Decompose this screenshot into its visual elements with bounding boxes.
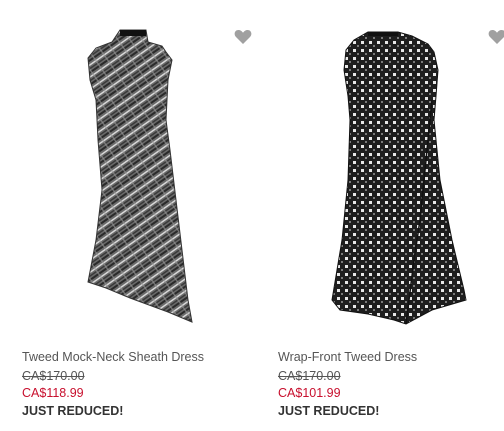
product-card[interactable]: Tweed Mock-Neck Sheath Dress CA$170.00 C… <box>0 0 252 431</box>
original-price: CA$170.00 <box>278 369 341 383</box>
sale-price: CA$118.99 <box>22 386 84 400</box>
original-price: CA$170.00 <box>22 369 85 383</box>
sale-price: CA$101.99 <box>278 386 341 400</box>
heart-icon[interactable] <box>488 29 504 45</box>
product-name[interactable]: Wrap-Front Tweed Dress <box>278 350 417 364</box>
heart-icon[interactable] <box>234 29 252 45</box>
product-card[interactable]: Wrap-Front Tweed Dress CA$170.00 CA$101.… <box>256 0 504 431</box>
sale-badge: JUST REDUCED! <box>278 404 380 418</box>
product-image-wrap-front-dress[interactable] <box>256 0 504 340</box>
product-name[interactable]: Tweed Mock-Neck Sheath Dress <box>22 350 204 364</box>
product-image-sheath-dress[interactable] <box>0 0 250 340</box>
sale-badge: JUST REDUCED! <box>22 404 124 418</box>
